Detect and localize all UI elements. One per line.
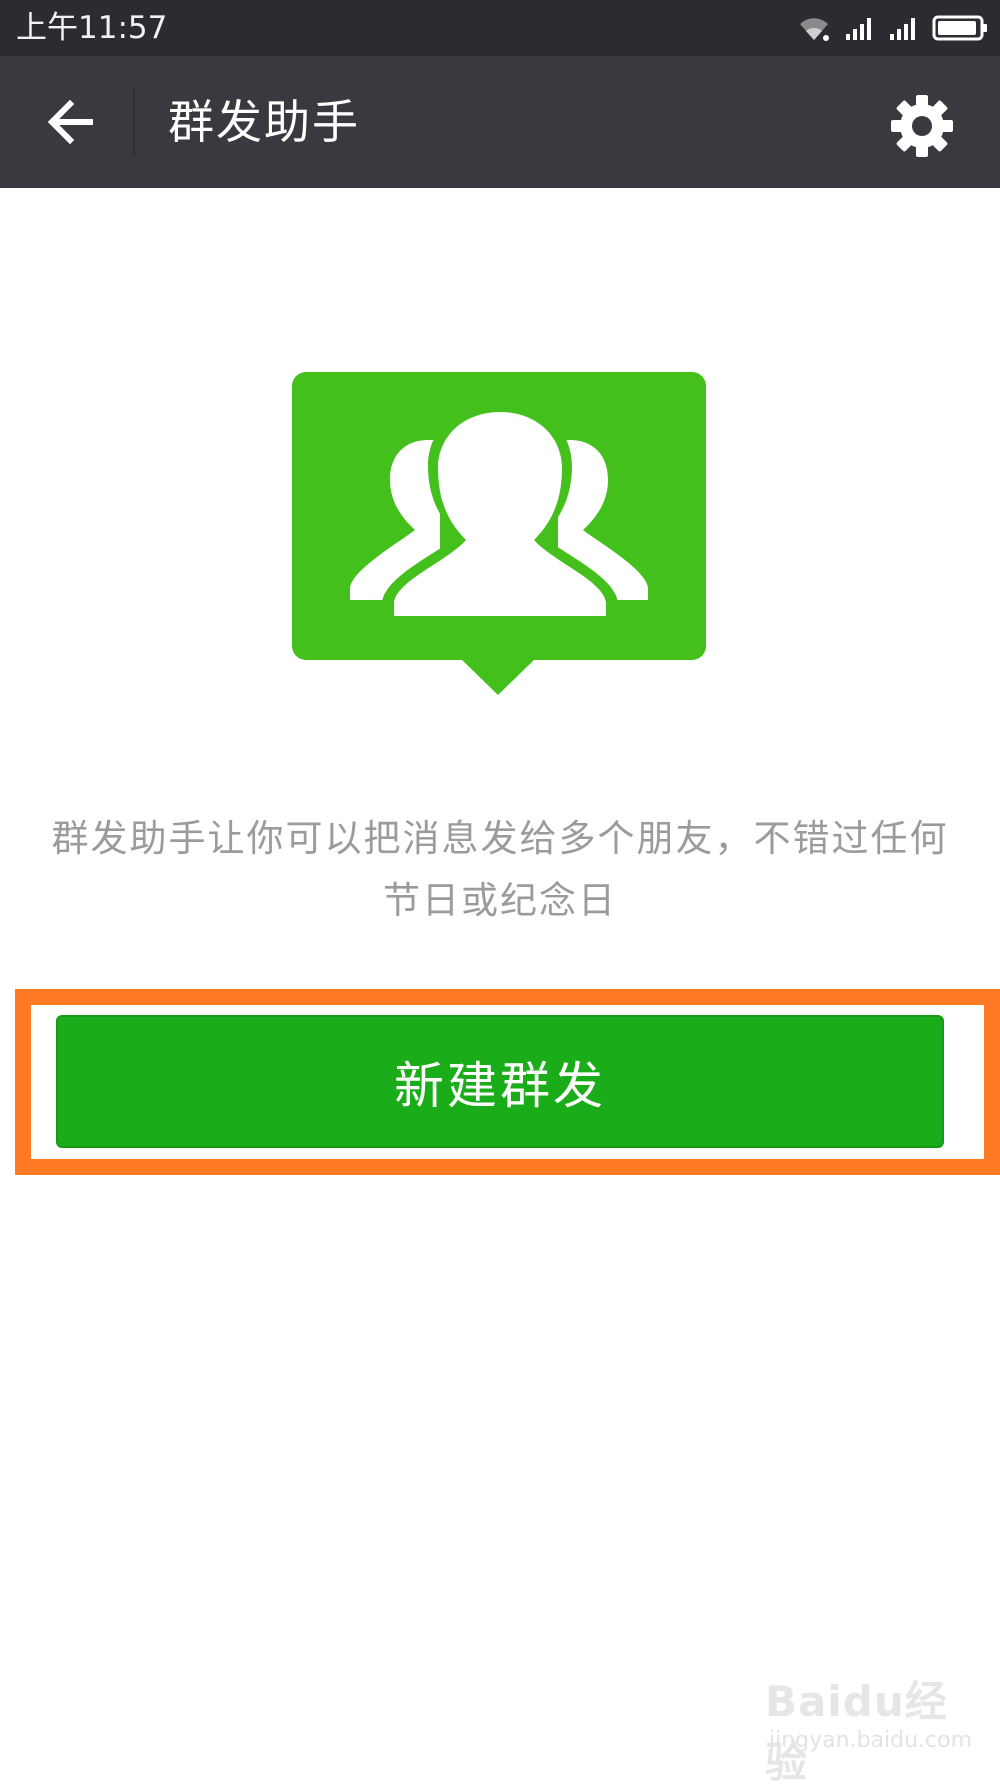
settings-button[interactable]: [882, 86, 962, 166]
watermark-url: jingyan.baidu.com: [769, 1728, 973, 1753]
page-title: 群发助手: [168, 95, 360, 149]
new-broadcast-button[interactable]: 新建群发: [56, 1015, 944, 1148]
appbar-divider: [133, 88, 135, 156]
arrow-left-icon: [47, 99, 93, 145]
description-line-2: 节日或纪念日: [383, 879, 617, 922]
signal-icon: [846, 18, 871, 40]
status-time: 上午11:57: [16, 10, 168, 46]
status-bar: 上午11:57: [0, 0, 1000, 56]
signal-icon: [890, 18, 915, 40]
battery-icon: [932, 15, 987, 41]
status-icons: [796, 10, 988, 46]
app-bar: 群发助手: [0, 56, 1000, 188]
hero-illustration: [290, 370, 710, 700]
description-line-1: 群发助手让你可以把消息发给多个朋友，不错过任何: [51, 817, 949, 860]
gear-icon: [891, 95, 953, 157]
watermark: Baidu经验 jingyan.baidu.com: [765, 1668, 972, 1787]
description: 群发助手让你可以把消息发给多个朋友，不错过任何 节日或纪念日: [40, 808, 960, 932]
back-button[interactable]: [30, 86, 110, 158]
group-contacts-icon: [292, 372, 706, 695]
wifi-icon: [800, 18, 829, 41]
